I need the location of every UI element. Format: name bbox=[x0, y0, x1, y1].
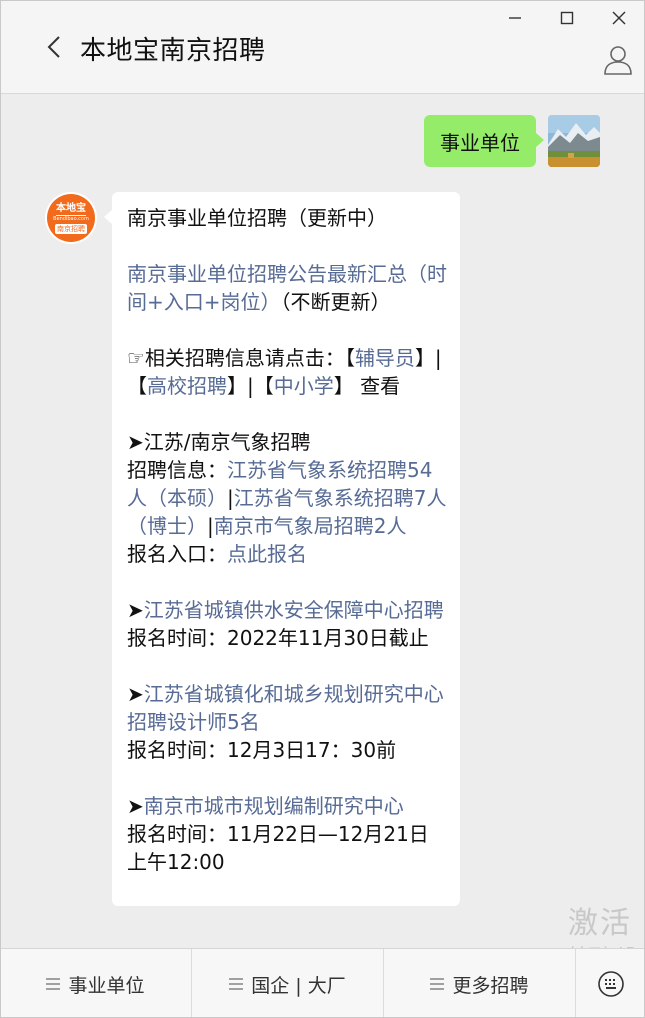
bot-message-bubble: 南京事业单位招聘（更新中） 南京事业单位招聘公告最新汇总（时间+入口+岗位）（不… bbox=[104, 192, 460, 906]
related-links-line: ☞相关招聘信息请点击：【辅导员】|【高校招聘】|【中小学】 查看 bbox=[127, 344, 448, 400]
school-recruit-link[interactable]: 中小学 bbox=[274, 374, 334, 398]
separator-text: | bbox=[227, 486, 234, 510]
counselor-link[interactable]: 辅导员 bbox=[355, 346, 415, 370]
close-icon bbox=[612, 11, 626, 25]
maximize-icon bbox=[560, 11, 574, 25]
planning-center-link[interactable]: 南京市城市规划编制研究中心 bbox=[144, 794, 404, 818]
back-button[interactable] bbox=[40, 32, 70, 62]
chat-area[interactable]: 事业单位 本地宝 Bendibao.com 南京招聘 南京事业单位招聘（更新中）… bbox=[0, 95, 645, 948]
arrow-icon: ➤ bbox=[127, 430, 144, 454]
arrow-icon: ➤ bbox=[127, 598, 144, 622]
activation-watermark: 激活 W bbox=[568, 906, 645, 941]
nanjing-weather-2-link[interactable]: 南京市气象局招聘2人 bbox=[214, 514, 407, 538]
window-controls bbox=[489, 0, 645, 36]
person-icon bbox=[604, 46, 632, 75]
deadline-text: 报名时间：11月22日—12月21日上午12:00 bbox=[127, 822, 429, 874]
register-link[interactable]: 点此报名 bbox=[227, 542, 307, 566]
logo-text: 本地宝 bbox=[56, 202, 86, 216]
section-title: ➤南京市城市规划编制研究中心 bbox=[127, 792, 448, 820]
user-message-bubble[interactable]: 事业单位 bbox=[424, 115, 544, 167]
avatar[interactable]: 本地宝 Bendibao.com 南京招聘 bbox=[45, 192, 97, 244]
entry-line: 报名入口：点此报名 bbox=[127, 540, 448, 568]
water-supply-center-link[interactable]: 江苏省城镇供水安全保障中心招聘 bbox=[144, 598, 444, 622]
section-title: ➤江苏省城镇供水安全保障中心招聘 bbox=[127, 596, 448, 624]
related-prefix: ☞相关招聘信息请点击： bbox=[127, 346, 345, 370]
university-recruit-link[interactable]: 高校招聘 bbox=[147, 374, 227, 398]
menu-list-icon bbox=[46, 978, 61, 990]
menu-list-icon bbox=[229, 978, 244, 990]
user-message-row: 事业单位 bbox=[424, 115, 600, 167]
chevron-left-icon bbox=[47, 36, 60, 58]
entry-label: 报名入口： bbox=[127, 542, 227, 566]
minimize-icon bbox=[509, 17, 521, 19]
bracket-text: 【 bbox=[344, 346, 355, 370]
bot-message-row: 本地宝 Bendibao.com 南京招聘 南京事业单位招聘（更新中） 南京事业… bbox=[45, 192, 460, 906]
summary-suffix: （不断更新） bbox=[280, 290, 391, 314]
wechat-chat-window: 本地宝南京招聘 事业单位 本地宝 Bendibao.com 南京招聘 南京事业单… bbox=[0, 0, 645, 1018]
urbanization-center-link[interactable]: 江苏省城镇化和城乡规划研究中心招聘设计师5名 bbox=[127, 682, 444, 734]
section-title: ➤江苏/南京气象招聘 bbox=[127, 428, 448, 456]
related-suffix: 】 查看 bbox=[333, 374, 401, 398]
menu-label: 国企 | 大厂 bbox=[251, 974, 346, 997]
user-avatar[interactable] bbox=[548, 115, 600, 167]
separator-text: | bbox=[207, 514, 214, 538]
menu-label: 事业单位 bbox=[68, 974, 145, 997]
section-title-text: 江苏/南京气象招聘 bbox=[143, 430, 311, 454]
arrow-icon: ➤ bbox=[127, 794, 144, 818]
maximize-button[interactable] bbox=[541, 0, 593, 36]
keyboard-toggle-button[interactable] bbox=[576, 949, 645, 1018]
deadline-text: 报名时间：12月3日17：30前 bbox=[127, 738, 397, 762]
section-title: ➤江苏省城镇化和城乡规划研究中心招聘设计师5名 bbox=[127, 680, 448, 736]
menu-more-recruitment[interactable]: 更多招聘 bbox=[384, 949, 576, 1018]
keyboard-icon bbox=[597, 970, 624, 997]
menu-public-institutions[interactable]: 事业单位 bbox=[0, 949, 192, 1018]
close-button[interactable] bbox=[593, 0, 645, 36]
bendibao-logo: 本地宝 Bendibao.com 南京招聘 bbox=[47, 194, 95, 242]
landscape-photo-icon bbox=[548, 115, 600, 167]
arrow-icon: ➤ bbox=[127, 682, 144, 706]
recruit-info-line: 招聘信息：江苏省气象系统招聘54人（本硕）|江苏省气象系统招聘7人（博士）|南京… bbox=[127, 456, 448, 540]
minimize-button[interactable] bbox=[489, 0, 541, 36]
bottom-menu: 事业单位 国企 | 大厂 更多招聘 bbox=[0, 948, 645, 1018]
message-heading: 南京事业单位招聘（更新中） bbox=[127, 206, 387, 230]
menu-state-enterprises[interactable]: 国企 | 大厂 bbox=[192, 949, 384, 1018]
deadline-text: 报名时间：2022年11月30日截止 bbox=[127, 626, 429, 650]
summary-line: 南京事业单位招聘公告最新汇总（时间+入口+岗位）（不断更新） bbox=[127, 260, 448, 316]
logo-subtitle: 南京招聘 bbox=[55, 223, 87, 234]
user-message-text: 事业单位 bbox=[440, 130, 520, 155]
info-label: 招聘信息： bbox=[127, 458, 227, 482]
menu-label: 更多招聘 bbox=[452, 974, 529, 997]
separator-text: 】|【 bbox=[227, 374, 274, 398]
menu-list-icon bbox=[430, 978, 445, 990]
page-title: 本地宝南京招聘 bbox=[80, 36, 266, 66]
logo-url: Bendibao.com bbox=[53, 215, 89, 222]
profile-button[interactable] bbox=[603, 44, 633, 76]
